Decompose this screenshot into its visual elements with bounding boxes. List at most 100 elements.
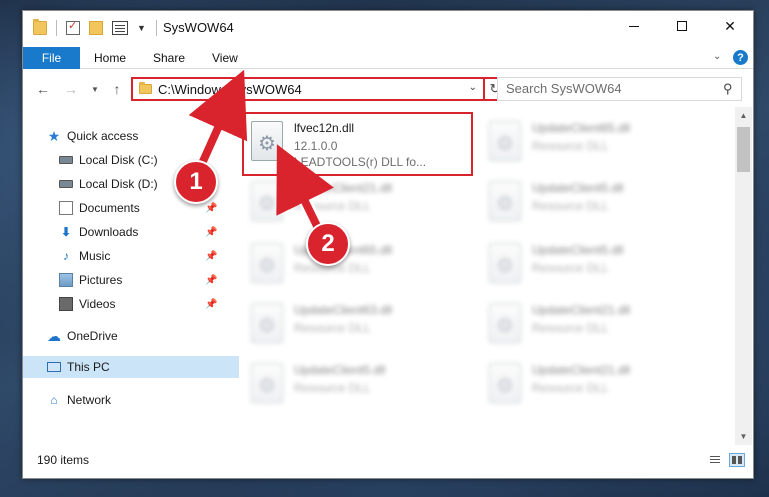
sidebar-item-videos[interactable]: Videos 📌 (59, 293, 239, 315)
dll-file-icon (251, 181, 283, 221)
file-item[interactable]: UpdateClient21.dll Resource DLL (483, 297, 708, 355)
file-item[interactable]: UpdateClient65.dll Resource DLL (245, 237, 470, 295)
file-explorer-window: ▼ SysWOW64 ✕ File Home Share View ⌄ ? ← … (22, 10, 754, 479)
file-item[interactable]: UpdateClient5.dll Resource DLL (483, 175, 708, 233)
videos-icon (59, 297, 73, 311)
drive-icon (59, 156, 73, 164)
file-name: UpdateClient21.dll (294, 181, 393, 195)
item-count: 190 items (37, 453, 90, 467)
minimize-button[interactable] (611, 11, 657, 41)
dll-file-icon (489, 121, 521, 161)
network-icon: ⌂ (50, 393, 58, 407)
search-input[interactable] (506, 81, 706, 96)
dll-file-icon (251, 363, 283, 403)
sidebar-item-label: Network (67, 393, 112, 407)
window-title: SysWOW64 (163, 20, 234, 35)
tab-view[interactable]: View (212, 47, 238, 69)
music-icon: ♪ (63, 249, 69, 263)
file-item[interactable]: UpdateClient63.dll Resource DLL (245, 297, 470, 355)
file-item-lfvec12n[interactable]: lfvec12n.dll 12.1.0.0 LEADTOOLS(r) DLL f… (242, 112, 473, 176)
dll-file-icon (489, 243, 521, 283)
address-history-chevron-icon[interactable]: ⌄ (469, 82, 477, 93)
scrollbar-thumb[interactable] (737, 127, 750, 172)
download-icon: ⬇ (60, 225, 72, 239)
file-type: Resource DLL (532, 261, 609, 275)
properties-icon[interactable] (66, 19, 80, 35)
file-type: Resource DLL (294, 321, 371, 335)
forward-arrow-icon[interactable]: → (63, 79, 79, 99)
search-box[interactable]: ⚲ (497, 77, 742, 101)
help-icon[interactable]: ? (733, 50, 748, 65)
pictures-icon (59, 273, 73, 287)
file-item[interactable]: UpdateClient21.dll Resource DLL (245, 175, 470, 233)
vertical-scrollbar[interactable]: ▲ ▼ (735, 107, 752, 445)
address-bar[interactable]: C:\Windows\SysWOW64 ⌄ (131, 77, 485, 101)
file-name: UpdateClient5.dll (532, 243, 624, 257)
maximize-button[interactable] (659, 11, 705, 41)
file-item[interactable]: UpdateClient5.dll Resource DLL (245, 357, 470, 415)
pin-icon[interactable]: 📌 (205, 299, 217, 310)
quick-access-toolbar: ▼ (33, 19, 166, 36)
details-view-icon[interactable] (707, 453, 723, 467)
tiles-view-icon[interactable] (729, 453, 745, 467)
dll-file-icon (251, 121, 283, 161)
file-item[interactable]: UpdateClient21.dll Resource DLL (483, 357, 708, 415)
maximize-icon (677, 21, 687, 31)
folder-icon (139, 82, 152, 94)
file-type: Resource DLL (532, 381, 609, 395)
cloud-icon: ☁ (47, 327, 61, 344)
close-button[interactable]: ✕ (707, 11, 753, 41)
dll-file-icon (489, 363, 521, 403)
toolbar-divider (155, 20, 157, 36)
file-item[interactable]: UpdateClient65.dll Resource DLL (483, 115, 708, 173)
dll-file-icon (489, 303, 521, 343)
status-bar: 190 items (23, 447, 753, 478)
sidebar-item-this-pc[interactable]: This PC (23, 356, 239, 378)
customize-toolbar-chevron-icon[interactable]: ▼ (137, 23, 146, 33)
sidebar-item-label: Pictures (79, 273, 123, 287)
pin-icon[interactable]: 📌 (205, 227, 217, 238)
file-list: lfvec12n.dll 12.1.0.0 LEADTOOLS(r) DLL f… (240, 107, 740, 445)
tab-share[interactable]: Share (153, 47, 185, 69)
view-toggle-icon[interactable] (112, 21, 128, 35)
new-folder-icon[interactable] (89, 21, 103, 35)
sidebar-item-label: Music (79, 249, 111, 263)
folder-icon (33, 19, 47, 35)
tab-file[interactable]: File (23, 47, 80, 69)
sidebar-item-label: This PC (67, 360, 110, 374)
sidebar-item-music[interactable]: ♪ Music 📌 (59, 245, 239, 267)
sidebar-item-onedrive[interactable]: ☁ OneDrive (47, 325, 239, 347)
sidebar-item-label: Local Disk (C:) (79, 153, 158, 167)
computer-icon (47, 362, 61, 372)
file-item[interactable]: UpdateClient5.dll Resource DLL (483, 237, 708, 295)
pin-icon[interactable]: 📌 (205, 251, 217, 262)
file-name: UpdateClient65.dll (532, 121, 631, 135)
sidebar-item-network[interactable]: ⌂ Network (47, 389, 239, 411)
sidebar-item-label: Documents (79, 201, 140, 215)
pin-icon[interactable]: 📌 (205, 275, 217, 286)
tab-home[interactable]: Home (94, 47, 126, 69)
dll-file-icon (489, 181, 521, 221)
file-version: 12.1.0.0 (294, 139, 338, 153)
sidebar-item-label: Local Disk (D:) (79, 177, 158, 191)
expand-ribbon-chevron-icon[interactable]: ⌄ (713, 51, 721, 62)
pin-icon[interactable]: 📌 (205, 203, 217, 214)
up-arrow-icon[interactable]: ↑ (109, 79, 125, 99)
search-icon[interactable]: ⚲ (723, 81, 733, 97)
sidebar-item-pictures[interactable]: Pictures 📌 (59, 269, 239, 291)
sidebar-item-label: Downloads (79, 225, 139, 239)
sidebar-item-downloads[interactable]: ⬇ Downloads 📌 (59, 221, 239, 243)
file-type: Resource DLL (294, 381, 371, 395)
back-arrow-icon[interactable]: ← (35, 79, 51, 99)
scroll-up-icon[interactable]: ▲ (735, 107, 752, 124)
minimize-icon (629, 25, 639, 27)
step-2-callout: 2 (306, 222, 350, 266)
sidebar-item-quick-access[interactable]: ★ Quick access (47, 125, 239, 147)
address-path[interactable]: C:\Windows\SysWOW64 (158, 82, 302, 97)
recent-locations-chevron-icon[interactable]: ▼ (89, 79, 101, 99)
scroll-down-icon[interactable]: ▼ (735, 428, 752, 445)
sidebar-item-documents[interactable]: Documents 📌 (59, 197, 239, 219)
file-name: UpdateClient21.dll (532, 303, 631, 317)
ribbon-tabs: File Home Share View ⌄ ? (23, 47, 753, 69)
dll-file-icon (251, 303, 283, 343)
